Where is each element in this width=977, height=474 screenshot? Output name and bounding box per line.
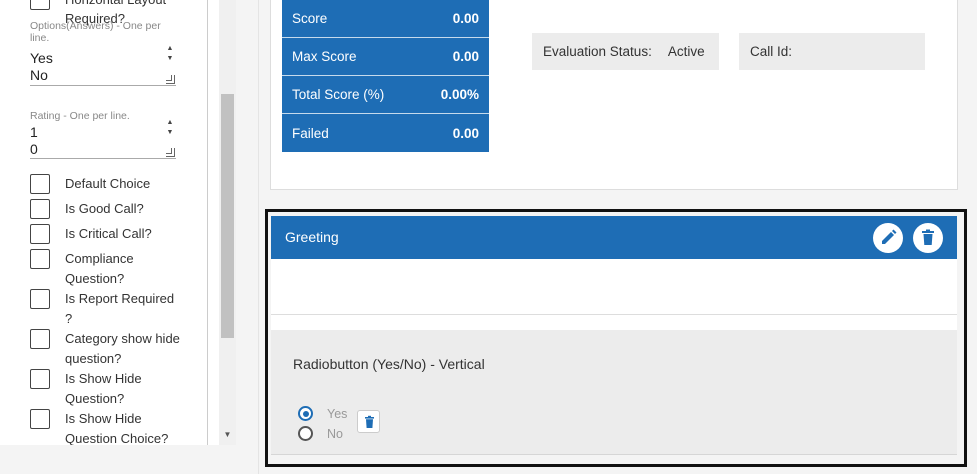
radio-option-no[interactable]: No — [298, 426, 343, 441]
call-id: Call Id: — [739, 33, 925, 70]
score-row: Score 0.00 — [282, 0, 489, 38]
horizontal-layout-checkbox[interactable] — [30, 0, 50, 10]
question-editor-sidebar: Horizontal Layout Required? Options(Answ… — [0, 0, 236, 445]
pencil-icon — [882, 229, 897, 244]
options-answer-yes: Yes — [30, 50, 53, 66]
section-divider — [271, 314, 957, 315]
trash-icon — [922, 229, 934, 245]
checkbox-row[interactable]: Category show hide question? — [30, 329, 180, 369]
sidebar-scrollbar-thumb[interactable] — [221, 94, 234, 338]
resize-handle-icon[interactable] — [166, 148, 175, 157]
radio-option-yes[interactable]: Yes — [298, 406, 347, 421]
checkbox-row[interactable]: Is Report Required ? — [30, 289, 180, 329]
checkbox-row[interactable]: Is Critical Call? — [30, 224, 180, 244]
checkbox-label: Is Report Required ? — [65, 291, 175, 326]
max-score-row: Max Score 0.00 — [282, 38, 489, 76]
is-show-hide-question-checkbox[interactable] — [30, 369, 50, 389]
checkbox-row[interactable]: Is Good Call? — [30, 199, 180, 219]
total-score-row: Total Score (%) 0.00% — [282, 76, 489, 114]
checkbox-row[interactable]: Is Show Hide Question? — [30, 369, 180, 409]
total-score-label: Total Score (%) — [292, 87, 385, 102]
question-title: Radiobutton (Yes/No) - Vertical — [293, 356, 485, 372]
failed-value: 0.00 — [452, 125, 479, 141]
options-answers-textarea[interactable]: Yes No ▲ ▼ — [30, 45, 176, 86]
options-answer-no: No — [30, 67, 48, 83]
evaluation-status-value: Active — [667, 44, 705, 59]
checkbox-label: Is Good Call? — [65, 201, 144, 216]
options-spinner-icon[interactable]: ▲ ▼ — [164, 44, 176, 64]
checkbox-label: Is Show Hide Question Choice? — [65, 411, 169, 445]
failed-row: Failed 0.00 — [282, 114, 489, 152]
section-body — [271, 259, 957, 330]
checkbox-row[interactable]: Default Choice — [30, 174, 180, 194]
rating-value-0: 0 — [30, 141, 38, 157]
score-summary: Score 0.00 Max Score 0.00 Total Score (%… — [282, 0, 489, 152]
checkbox-label: Compliance Question? — [65, 251, 134, 286]
compliance-question-checkbox[interactable] — [30, 249, 50, 269]
checkbox-label: Default Choice — [65, 176, 151, 191]
trash-icon — [365, 415, 374, 428]
rating-textarea[interactable]: 1 0 ▲ ▼ — [30, 119, 176, 159]
radio-label: No — [327, 426, 343, 441]
scroll-down-arrow-icon[interactable]: ▼ — [221, 428, 234, 442]
resize-handle-icon[interactable] — [166, 75, 175, 84]
checkbox-row[interactable]: Is Show Hide Question Choice? — [30, 409, 180, 445]
delete-question-button[interactable] — [357, 410, 380, 433]
greeting-section-header: Greeting — [271, 216, 957, 259]
evaluation-status-label: Evaluation Status: — [543, 44, 652, 59]
default-choice-checkbox[interactable] — [30, 174, 50, 194]
is-report-required-checkbox[interactable] — [30, 289, 50, 309]
max-score-label: Max Score — [292, 49, 357, 64]
call-id-label: Call Id: — [750, 44, 793, 59]
evaluation-status: Evaluation Status: Active — [532, 33, 719, 70]
is-good-call-checkbox[interactable] — [30, 199, 50, 219]
is-show-hide-question-choice-checkbox[interactable] — [30, 409, 50, 429]
total-score-value: 0.00% — [440, 87, 479, 102]
score-value: 0.00 — [452, 11, 479, 26]
checkbox-label: Is Show Hide Question? — [65, 371, 142, 406]
checkbox-label: Is Critical Call? — [65, 226, 152, 241]
radio-label: Yes — [327, 406, 348, 421]
question-card[interactable]: Radiobutton (Yes/No) - Vertical Yes No — [271, 330, 957, 455]
rating-label: Rating - One per line. — [30, 110, 130, 122]
checkbox-row[interactable]: Compliance Question? — [30, 249, 180, 289]
max-score-value: 0.00 — [452, 49, 479, 64]
score-label: Score — [292, 11, 328, 26]
category-show-hide-checkbox[interactable] — [30, 329, 50, 349]
options-answers-label: Options(Answers) - One per line. — [30, 20, 161, 44]
radio-button[interactable] — [298, 426, 313, 441]
rating-value-1: 1 — [30, 124, 38, 140]
delete-section-button[interactable] — [913, 223, 943, 253]
edit-section-button[interactable] — [873, 223, 903, 253]
rating-spinner-icon[interactable]: ▲ ▼ — [164, 118, 176, 138]
radio-button-checked[interactable] — [298, 406, 313, 421]
section-title: Greeting — [285, 229, 339, 245]
checkbox-label: Category show hide question? — [65, 331, 180, 366]
failed-label: Failed — [292, 125, 329, 141]
is-critical-call-checkbox[interactable] — [30, 224, 50, 244]
